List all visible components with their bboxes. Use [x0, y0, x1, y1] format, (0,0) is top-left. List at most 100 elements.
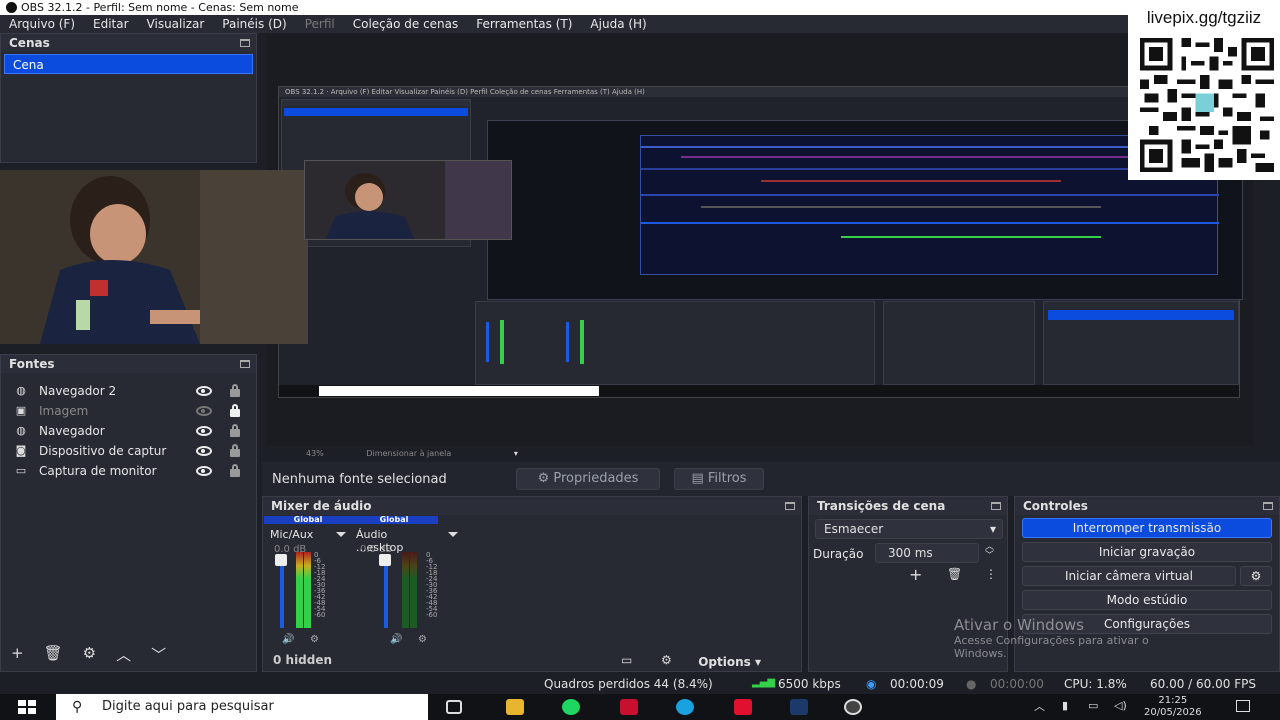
- undock-icon[interactable]: [785, 502, 795, 510]
- file-explorer-icon[interactable]: [506, 699, 524, 715]
- scene-item-cena[interactable]: Cena: [4, 54, 253, 74]
- livepix-overlay: livepix.gg/tgziiz: [1128, 0, 1280, 180]
- undock-icon[interactable]: [240, 360, 250, 368]
- menu-arquivo[interactable]: Arquivo (F): [0, 17, 84, 31]
- filters-button[interactable]: ▤ Filtros: [674, 468, 764, 490]
- source-item-dispositivo-de-captura[interactable]: ◙ Dispositivo de captur: [1, 441, 256, 461]
- tray-chevron-up-icon[interactable]: ︿: [1034, 698, 1045, 714]
- duration-spinbox[interactable]: 300 ms: [875, 543, 979, 563]
- mixer-channel-desktop: Global Áudio ...esktop 0.0 dB 0 -6 -12 -18-…: [350, 516, 458, 650]
- level-meter-right: [410, 552, 417, 628]
- windows-start-icon[interactable]: [18, 700, 36, 714]
- dropped-frames: Quadros perdidos 44 (8.4%): [544, 677, 713, 691]
- tiktok-icon[interactable]: [734, 699, 752, 715]
- app-red-icon[interactable]: [620, 699, 638, 715]
- mixer-options-button[interactable]: Options ▾: [698, 655, 761, 669]
- menu-perfil[interactable]: Perfil: [296, 17, 344, 31]
- move-down-icon[interactable]: ﹀: [151, 644, 166, 665]
- speaker-icon[interactable]: 🔊: [282, 634, 294, 645]
- volume-icon[interactable]: ◁): [1114, 699, 1127, 712]
- sources-dock: Fontes ◍ Navegador 2 ▣ Imagem ◍ Navegado…: [0, 354, 257, 672]
- more-options-icon[interactable]: ⋮: [985, 567, 997, 581]
- lock-icon[interactable]: [230, 424, 240, 437]
- duration-stepper[interactable]: ︿ ﹀: [985, 543, 994, 561]
- source-item-imagem[interactable]: ▣ Imagem: [1, 401, 256, 421]
- eye-hidden-icon[interactable]: [196, 406, 212, 416]
- signal-bars-icon: ▂▄▆: [752, 677, 776, 688]
- task-view-icon[interactable]: [446, 700, 462, 714]
- taskbar-search-input[interactable]: ⚲ Digite aqui para pesquisar: [56, 694, 428, 720]
- resize-mode-select[interactable]: Dimensionar à janela: [366, 449, 451, 458]
- gear-icon[interactable]: ⚙: [83, 644, 96, 665]
- stop-stream-button[interactable]: Interromper transmissão: [1022, 518, 1272, 538]
- speaker-icon[interactable]: 🔊: [390, 634, 402, 645]
- record-indicator-icon: ●: [966, 677, 977, 691]
- channel-settings-icon[interactable]: ⚙: [418, 634, 427, 645]
- remove-source-icon[interactable]: 🗑: [44, 644, 63, 665]
- transition-select[interactable]: Esmaecer ▾: [815, 519, 1003, 539]
- studio-mode-button[interactable]: Modo estúdio: [1022, 590, 1272, 610]
- nested-controls: [1043, 301, 1239, 385]
- add-transition-icon[interactable]: +: [909, 565, 922, 584]
- spotify-icon[interactable]: [562, 699, 580, 715]
- menu-ajuda[interactable]: Ajuda (H): [581, 17, 655, 31]
- eye-icon[interactable]: [196, 386, 212, 396]
- lock-icon[interactable]: [230, 464, 240, 477]
- volume-fader-knob[interactable]: [379, 554, 391, 566]
- mixer-hidden-count[interactable]: 0 hidden: [273, 653, 332, 667]
- channel-name[interactable]: Áudio ...esktop: [350, 528, 458, 554]
- undock-icon[interactable]: [240, 39, 250, 47]
- add-source-icon[interactable]: +: [11, 644, 24, 665]
- lock-icon[interactable]: [230, 384, 240, 397]
- controls-dock-title: Controles: [1015, 497, 1279, 515]
- taskbar-clock[interactable]: 21:25 20/05/2026: [1144, 695, 1202, 719]
- zoom-level[interactable]: 43%: [306, 449, 324, 458]
- volume-fader-knob[interactable]: [275, 554, 287, 566]
- menu-colecao-de-cenas[interactable]: Coleção de cenas: [344, 17, 468, 31]
- channel-name[interactable]: Mic/Aux: [264, 528, 352, 542]
- scenes-dock-title: Cenas: [1, 34, 256, 52]
- menu-ferramentas[interactable]: Ferramentas (T): [467, 17, 581, 31]
- start-virtual-camera-button[interactable]: Iniciar câmera virtual: [1022, 566, 1236, 586]
- mixer-layout-icon[interactable]: ▭: [621, 653, 632, 667]
- properties-button[interactable]: ⚙ Propriedades: [516, 468, 660, 490]
- menu-visualizar[interactable]: Visualizar: [138, 17, 214, 31]
- source-item-navegador[interactable]: ◍ Navegador: [1, 421, 256, 441]
- move-up-icon[interactable]: ︿: [116, 644, 131, 665]
- remove-transition-icon[interactable]: 🗑: [947, 567, 962, 581]
- start-recording-button[interactable]: Iniciar gravação: [1022, 542, 1272, 562]
- usb-icon[interactable]: ▮: [1062, 699, 1068, 712]
- source-item-navegador-2[interactable]: ◍ Navegador 2: [1, 381, 256, 401]
- steam-icon[interactable]: [790, 699, 808, 715]
- level-meter-left: [296, 552, 303, 628]
- edge-icon[interactable]: [676, 699, 694, 715]
- network-icon[interactable]: ▭: [1088, 699, 1098, 712]
- volume-fader[interactable]: [384, 558, 388, 628]
- chevron-down-icon[interactable]: ▾: [514, 449, 518, 458]
- fps: 60.00 / 60.00 FPS: [1150, 677, 1256, 691]
- bitrate: 6500 kbps: [778, 677, 841, 691]
- stream-indicator-icon: ◉: [866, 677, 877, 691]
- mixer-advanced-icon[interactable]: ⚙: [661, 653, 672, 667]
- undock-icon[interactable]: [991, 502, 1001, 510]
- channel-settings-icon[interactable]: ⚙: [310, 634, 319, 645]
- no-source-selected: Nenhuma fonte selecionad: [272, 471, 447, 487]
- nested-mixer: [475, 301, 875, 385]
- scenes-dock: Cenas Cena: [0, 33, 257, 163]
- eye-icon[interactable]: [196, 446, 212, 456]
- menu-editar[interactable]: Editar: [84, 17, 138, 31]
- level-meter-left: [402, 552, 409, 628]
- obs-taskbar-icon[interactable]: [844, 699, 862, 715]
- eye-icon[interactable]: [196, 426, 212, 436]
- lock-icon[interactable]: [230, 404, 240, 417]
- volume-fader[interactable]: [280, 558, 284, 628]
- undock-icon[interactable]: [1263, 502, 1273, 510]
- preview-canvas[interactable]: OBS 32.1.2 · Arquivo (F) Editar Visualiz…: [266, 34, 1254, 446]
- mixer-dock-title: Mixer de áudio: [263, 497, 801, 515]
- eye-icon[interactable]: [196, 466, 212, 476]
- menu-paineis[interactable]: Painéis (D): [213, 17, 295, 31]
- lock-icon[interactable]: [230, 444, 240, 457]
- notifications-icon[interactable]: [1236, 700, 1250, 712]
- source-item-captura-de-monitor[interactable]: ▭ Captura de monitor: [1, 461, 256, 481]
- virtual-camera-settings-gear-icon[interactable]: ⚙: [1240, 566, 1272, 586]
